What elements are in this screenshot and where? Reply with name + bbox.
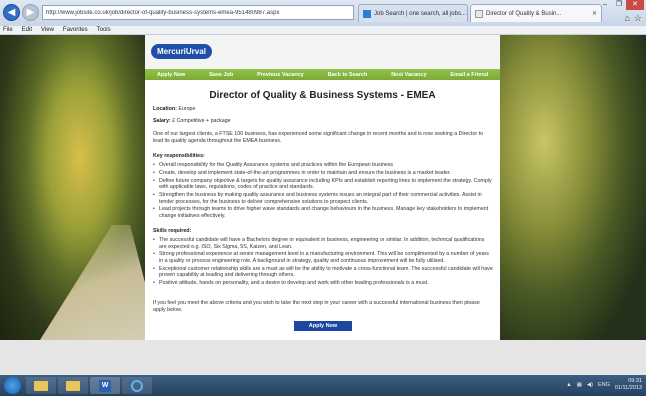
address-input[interactable]	[46, 9, 353, 16]
list-item: Lead projects through teams to drive hig…	[153, 206, 493, 219]
word-icon: W	[99, 379, 111, 392]
nav-back-to-search[interactable]: Back to Search	[328, 72, 368, 78]
clock-date: 01/11/2013	[614, 385, 642, 391]
logo-header: MercuriUrval	[145, 35, 500, 69]
responsibilities-heading: Key responsibilities:	[153, 153, 205, 159]
location-label: Location:	[153, 106, 177, 112]
list-item: Create, develop and implement state-of-t…	[153, 170, 493, 177]
nav-previous-vacancy[interactable]: Previous Vacancy	[257, 72, 304, 78]
minimize-icon[interactable]: –	[598, 0, 612, 10]
menu-edit[interactable]: Edit	[22, 27, 32, 33]
close-window-icon[interactable]: ✕	[626, 0, 644, 10]
apply-now-button[interactable]: Apply Now	[294, 321, 352, 331]
mercuri-urval-logo[interactable]: MercuriUrval	[151, 44, 212, 59]
restore-icon[interactable]: ❐	[612, 0, 626, 10]
language-indicator[interactable]: ENG	[598, 382, 610, 388]
arrow-left-icon: ◀	[7, 7, 16, 18]
nav-next-vacancy[interactable]: Next Vacancy	[391, 72, 426, 78]
list-item: Define future company objective & target…	[153, 178, 493, 191]
forward-button[interactable]: ▶	[22, 4, 39, 21]
nav-email-a-friend[interactable]: Email a Friend	[450, 72, 488, 78]
tab-label: Job Search | one search, all jobs...	[374, 10, 466, 17]
jobsite-favicon-icon	[363, 9, 371, 18]
taskbar-library[interactable]	[58, 377, 88, 394]
network-icon[interactable]: ▦	[577, 382, 582, 388]
taskbar-explorer[interactable]	[26, 377, 56, 394]
clock[interactable]: 09:31 01/11/2013	[615, 378, 642, 392]
close-tab-icon[interactable]: ✕	[592, 10, 597, 17]
page-viewport[interactable]: MercuriUrval Apply Now Save Job Previous…	[0, 35, 646, 375]
menu-view[interactable]: View	[41, 27, 54, 33]
browser-titlebar: ◀ ▶ Job Search | one search, all jobs...…	[0, 0, 646, 26]
favorites-star-icon[interactable]: ☆	[634, 13, 642, 24]
menu-tools[interactable]: Tools	[97, 27, 111, 33]
list-item: Exceptional customer relationship skills…	[153, 266, 493, 279]
page-favicon-icon	[475, 9, 483, 18]
system-tray: ▲ ▦ ◀) ENG 09:31 01/11/2013	[566, 378, 642, 392]
list-item: Overall responsibility for the Quality A…	[153, 162, 493, 169]
background-trees-right	[500, 35, 646, 340]
window-controls: – ❐ ✕	[598, 0, 644, 10]
job-content-panel: MercuriUrval Apply Now Save Job Previous…	[145, 35, 500, 340]
menu-favorites[interactable]: Favorites	[63, 27, 88, 33]
tab-director-job[interactable]: Director of Quality & Busin... ✕	[470, 4, 602, 22]
list-item: Strong professional experience at senior…	[153, 251, 493, 264]
page-footer-area	[0, 340, 646, 375]
start-button[interactable]	[4, 377, 21, 394]
list-item: The successful candidate will have a Bac…	[153, 237, 493, 250]
menu-bar: File Edit View Favorites Tools	[0, 26, 646, 35]
tray-arrow-icon[interactable]: ▲	[566, 382, 571, 388]
nav-apply-now[interactable]: Apply Now	[157, 72, 185, 78]
arrow-right-icon: ▶	[26, 7, 35, 18]
taskbar: W ▲ ▦ ◀) ENG 09:31 01/11/2013	[0, 375, 646, 396]
taskbar-word[interactable]: W	[90, 377, 120, 394]
tab-job-search[interactable]: Job Search | one search, all jobs...	[358, 4, 468, 22]
volume-icon[interactable]: ◀)	[587, 382, 593, 388]
browser-toolbar-icons: ⌂ ☆	[624, 13, 642, 24]
salary-value: £ Competitive + package	[172, 118, 231, 124]
job-nav-bar: Apply Now Save Job Previous Vacancy Back…	[145, 69, 500, 80]
address-bar[interactable]	[42, 5, 354, 20]
intro-paragraph: One of our largest clients, a FTSE 100 b…	[153, 131, 484, 144]
tab-label: Director of Quality & Busin...	[486, 10, 562, 17]
location-line: Location: Europe	[153, 106, 493, 113]
skills-list: The successful candidate will have a Bac…	[153, 237, 493, 288]
salary-label: Salary:	[153, 118, 171, 124]
job-title: Director of Quality & Business Systems -…	[209, 90, 436, 101]
location-value: Europe	[178, 106, 196, 112]
taskbar-internet-explorer[interactable]	[122, 377, 152, 394]
nav-save-job[interactable]: Save Job	[209, 72, 233, 78]
home-icon[interactable]: ⌂	[624, 13, 629, 24]
back-button[interactable]: ◀	[3, 4, 20, 21]
salary-line: Salary: £ Competitive + package	[153, 118, 493, 125]
menu-file[interactable]: File	[3, 27, 13, 33]
list-item: Positive attitude, hands on personality,…	[153, 280, 493, 287]
list-item: Strengthen the business by making qualit…	[153, 192, 493, 205]
responsibilities-list: Overall responsibility for the Quality A…	[153, 162, 493, 221]
internet-explorer-icon	[131, 379, 143, 392]
folder-icon	[34, 380, 48, 391]
clock-time: 09:31	[628, 378, 642, 384]
library-icon	[66, 380, 80, 391]
skills-heading: Skills required:	[153, 228, 192, 234]
closing-paragraph: If you feel you meet the above criteria …	[153, 300, 480, 313]
